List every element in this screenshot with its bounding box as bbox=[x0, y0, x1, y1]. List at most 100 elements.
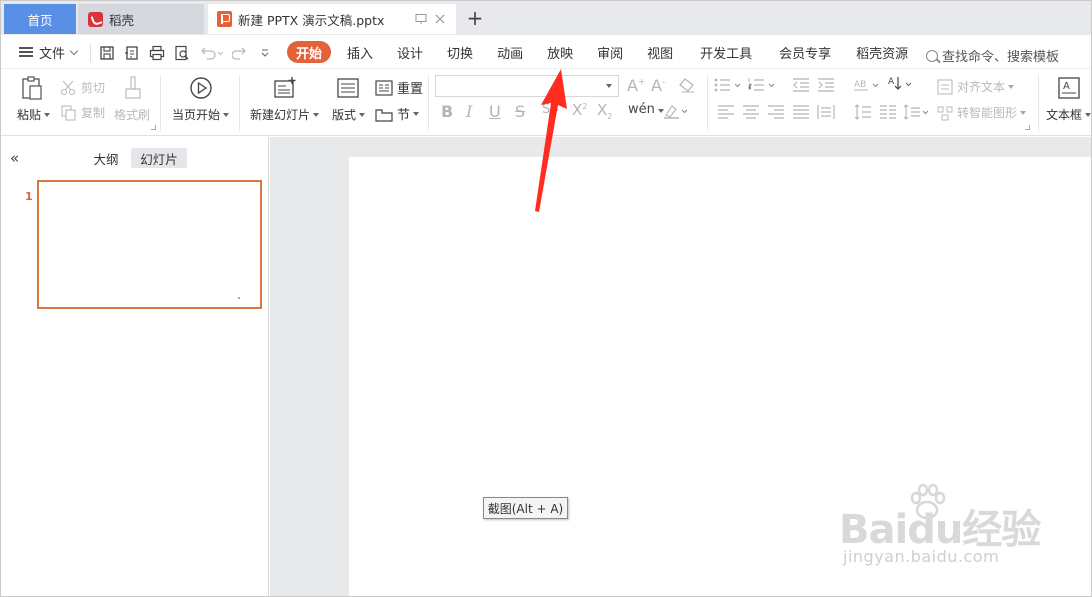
tab-strip: 首页 稻壳 新建 PPTX 演示文稿.pptx + bbox=[1, 1, 1091, 35]
thumbnail-mark bbox=[238, 297, 240, 299]
justify-icon[interactable] bbox=[792, 104, 810, 124]
align-center-icon[interactable] bbox=[742, 104, 760, 124]
layout-button[interactable]: 版式 bbox=[332, 106, 366, 123]
align-text-button[interactable]: 对齐文本 bbox=[937, 78, 1015, 95]
bold-icon[interactable]: B bbox=[441, 102, 453, 121]
paragraph-spacing-icon[interactable] bbox=[903, 104, 933, 124]
divider bbox=[707, 75, 708, 131]
new-slide-label: 新建幻灯片 bbox=[250, 108, 311, 122]
decrease-indent-icon[interactable] bbox=[792, 77, 810, 97]
highlight-color-icon[interactable] bbox=[663, 103, 688, 123]
reset-button[interactable]: 重置 bbox=[375, 78, 423, 97]
tab-developer[interactable]: 开发工具 bbox=[700, 41, 752, 63]
tab-transition[interactable]: 切换 bbox=[447, 41, 473, 63]
tab-daoke-resources[interactable]: 稻壳资源 bbox=[856, 41, 908, 63]
export-pdf-icon[interactable] bbox=[123, 44, 141, 62]
command-search[interactable]: 查找命令、搜索模板 bbox=[926, 46, 1059, 65]
tab-member[interactable]: 会员专享 bbox=[779, 41, 831, 63]
section-button[interactable]: 节 bbox=[375, 104, 420, 123]
textbox-button[interactable]: 文本框 bbox=[1046, 106, 1091, 123]
clipboard-group-launcher-icon[interactable] bbox=[151, 125, 156, 130]
new-slide-icon[interactable] bbox=[272, 75, 298, 101]
tab-design[interactable]: 设计 bbox=[397, 41, 423, 63]
tab-document[interactable]: 新建 PPTX 演示文稿.pptx bbox=[208, 4, 456, 34]
paste-button[interactable]: 粘贴 bbox=[17, 106, 51, 123]
italic-icon[interactable]: I bbox=[466, 102, 472, 121]
align-left-icon[interactable] bbox=[717, 104, 735, 124]
numbered-list-icon[interactable] bbox=[748, 77, 778, 97]
cut-button[interactable]: 剪切 bbox=[60, 79, 105, 96]
slide-thumbnail[interactable] bbox=[37, 180, 262, 309]
redo-icon[interactable] bbox=[231, 44, 249, 62]
divider bbox=[160, 75, 161, 131]
layout-icon[interactable] bbox=[336, 77, 360, 99]
copy-button[interactable]: 复制 bbox=[60, 104, 105, 121]
format-painter-icon[interactable] bbox=[122, 75, 144, 101]
paragraph-group-launcher-icon[interactable] bbox=[1025, 125, 1030, 130]
tab-review[interactable]: 审阅 bbox=[597, 41, 623, 63]
decrease-font-size-icon[interactable]: A- bbox=[651, 76, 665, 95]
wps-presentation-window: 首页 稻壳 新建 PPTX 演示文稿.pptx + 文件 开始 插入 设计 切换… bbox=[0, 0, 1092, 597]
file-menu-button[interactable]: 文件 bbox=[19, 43, 79, 62]
red-annotation-arrow-icon bbox=[535, 69, 567, 212]
tab-document-title: 新建 PPTX 演示文稿.pptx bbox=[238, 12, 385, 28]
format-painter-button[interactable]: 格式刷 bbox=[114, 106, 150, 123]
new-tab-button[interactable]: + bbox=[463, 3, 487, 33]
play-from-current-label: 当页开始 bbox=[172, 108, 221, 122]
divider bbox=[428, 75, 429, 131]
chevron-down-icon bbox=[69, 46, 79, 55]
play-icon[interactable] bbox=[188, 75, 214, 101]
tab-insert[interactable]: 插入 bbox=[347, 41, 373, 63]
print-preview-icon[interactable] bbox=[173, 44, 191, 62]
phonetic-guide-icon[interactable]: wén bbox=[628, 102, 664, 117]
textbox-icon[interactable]: A bbox=[1057, 76, 1081, 100]
tab-start[interactable]: 开始 bbox=[287, 41, 332, 63]
close-tab-icon[interactable] bbox=[433, 12, 447, 26]
customize-quick-access-icon[interactable] bbox=[259, 44, 271, 62]
play-from-current-button[interactable]: 当页开始 bbox=[172, 106, 230, 123]
float-window-icon[interactable] bbox=[414, 12, 428, 26]
search-icon bbox=[926, 49, 938, 62]
watermark-url: jingyan.baidu.com bbox=[843, 547, 1000, 566]
text-direction-icon[interactable]: AB bbox=[854, 77, 882, 97]
svg-text:A: A bbox=[888, 77, 895, 87]
dropdown-caret-icon bbox=[1008, 84, 1015, 89]
tab-slideshow[interactable]: 放映 bbox=[547, 41, 573, 63]
paste-icon[interactable] bbox=[19, 75, 45, 101]
increase-font-size-icon[interactable]: A+ bbox=[627, 76, 646, 95]
paste-label: 粘贴 bbox=[17, 108, 42, 122]
divider bbox=[1038, 75, 1039, 131]
tab-home-label: 首页 bbox=[27, 12, 53, 28]
tab-animation[interactable]: 动画 bbox=[497, 41, 523, 63]
subscript-icon[interactable]: X2 bbox=[597, 101, 612, 121]
distribute-icon[interactable] bbox=[817, 104, 835, 124]
columns-icon[interactable] bbox=[879, 104, 897, 124]
dropdown-caret-icon bbox=[223, 112, 230, 117]
baidu-watermark: Baidu经验 jingyan.baidu.com bbox=[839, 479, 1059, 579]
new-slide-button[interactable]: 新建幻灯片 bbox=[250, 106, 320, 123]
tab-outline[interactable]: 大纲 bbox=[87, 148, 125, 168]
print-icon[interactable] bbox=[148, 44, 166, 62]
hamburger-icon bbox=[19, 47, 33, 57]
underline-icon[interactable]: U bbox=[489, 102, 501, 121]
align-right-icon[interactable] bbox=[767, 104, 785, 124]
collapse-panel-icon[interactable]: « bbox=[10, 149, 19, 167]
tab-slides[interactable]: 幻灯片 bbox=[131, 148, 187, 168]
dropdown-caret-icon bbox=[606, 84, 612, 88]
undo-icon[interactable] bbox=[198, 44, 224, 62]
save-icon[interactable] bbox=[98, 44, 116, 62]
reset-icon bbox=[375, 79, 393, 96]
line-spacing-icon[interactable] bbox=[854, 104, 872, 124]
sort-text-icon[interactable]: A bbox=[888, 75, 916, 97]
smart-graphic-label: 转智能图形 bbox=[957, 106, 1018, 120]
dropdown-caret-icon bbox=[44, 112, 51, 117]
smart-graphic-button[interactable]: 转智能图形 bbox=[937, 104, 1027, 121]
tab-daoke[interactable]: 稻壳 bbox=[78, 4, 204, 34]
bullet-list-icon[interactable] bbox=[714, 77, 744, 97]
tab-daoke-label: 稻壳 bbox=[109, 12, 135, 28]
increase-indent-icon[interactable] bbox=[817, 77, 835, 97]
align-text-icon bbox=[937, 78, 953, 95]
tab-home[interactable]: 首页 bbox=[4, 4, 76, 34]
tab-view[interactable]: 视图 bbox=[647, 41, 673, 63]
clear-formatting-icon[interactable] bbox=[678, 77, 696, 97]
